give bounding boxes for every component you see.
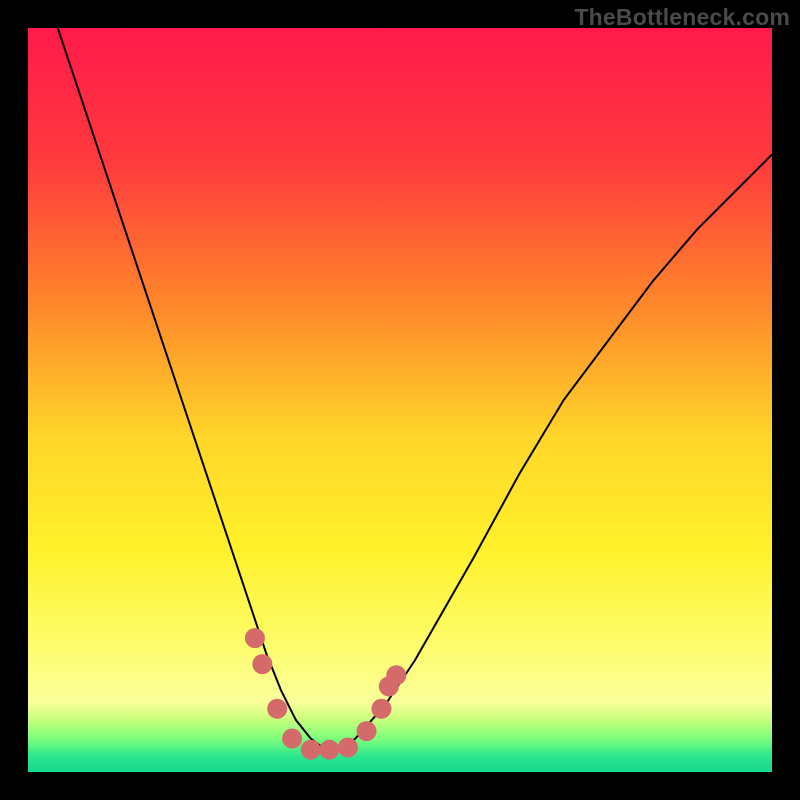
curve-marker [386, 665, 406, 685]
plot-area [28, 28, 772, 772]
outer-frame: TheBottleneck.com [0, 0, 800, 800]
curve-marker [371, 699, 391, 719]
chart-background [28, 28, 772, 772]
curve-marker [319, 740, 339, 760]
curve-marker [282, 729, 302, 749]
curve-marker [245, 628, 265, 648]
curve-marker [301, 740, 321, 760]
curve-marker [338, 737, 358, 757]
chart-svg [28, 28, 772, 772]
curve-marker [357, 721, 377, 741]
curve-marker [252, 654, 272, 674]
watermark-text: TheBottleneck.com [574, 4, 790, 31]
curve-marker [267, 699, 287, 719]
